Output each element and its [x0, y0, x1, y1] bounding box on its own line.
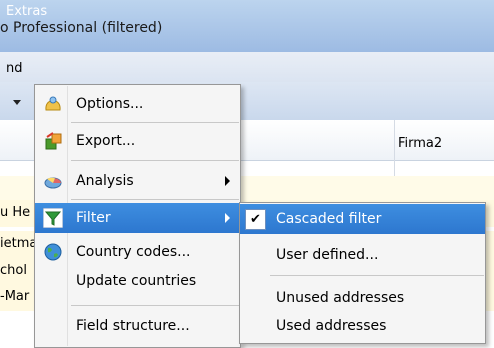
menu-item-export[interactable]: Export...	[35, 126, 240, 156]
menu-item-options[interactable]: Options...	[35, 89, 240, 119]
submenu-item-label: Used addresses	[276, 318, 387, 334]
submenu-arrow-icon	[225, 176, 230, 186]
menu-separator	[270, 275, 484, 276]
menu-item-filter[interactable]: Filter	[35, 203, 240, 233]
checkmark-icon: ✔	[245, 209, 266, 230]
filter-submenu: ✔ Cascaded filter User defined... Unused…	[239, 202, 486, 344]
menu-separator	[71, 199, 239, 200]
analysis-icon	[44, 177, 62, 189]
options-icon	[45, 96, 61, 111]
menu-item-analysis[interactable]: Analysis	[35, 166, 240, 196]
export-icon	[45, 132, 62, 150]
table-cell: u He	[0, 205, 31, 220]
submenu-item-cascaded-filter[interactable]: ✔ Cascaded filter	[240, 204, 485, 234]
submenu-arrow-icon	[225, 213, 230, 223]
menu-separator	[71, 122, 239, 123]
table-cell: chol	[0, 263, 27, 278]
menu-extras-label: Extras	[6, 4, 48, 19]
submenu-item-label: User defined...	[276, 247, 379, 263]
extras-menu: Options... Export... Analysis Filter Cou…	[34, 84, 241, 348]
menu-item-label: Export...	[76, 133, 136, 149]
menu-bar	[0, 52, 494, 83]
menu-item-label: Analysis	[76, 173, 134, 189]
menu-item-label: Field structure...	[76, 318, 190, 334]
globe-icon	[44, 243, 62, 261]
submenu-item-label: Unused addresses	[276, 290, 405, 306]
window-title: o Professional (filtered)	[0, 20, 163, 36]
menu-item-partial[interactable]: nd	[6, 61, 23, 76]
menu-separator	[71, 160, 239, 161]
menu-item-label: Country codes...	[76, 244, 191, 260]
dropdown-arrow-icon[interactable]	[13, 100, 21, 105]
submenu-item-label: Cascaded filter	[276, 211, 382, 227]
submenu-item-used-addresses[interactable]: Used addresses	[240, 311, 485, 341]
filter-icon	[43, 208, 63, 228]
menu-separator	[71, 305, 239, 306]
menu-item-country-codes[interactable]: Country codes...	[35, 237, 240, 267]
menu-item-update-countries[interactable]: Update countries	[35, 266, 240, 296]
title-bar: o Professional (filtered)	[0, 0, 494, 53]
menu-item-label: Update countries	[76, 273, 197, 289]
table-cell: ietma	[0, 236, 38, 251]
menu-item-label: Filter	[76, 210, 111, 226]
column-header-firma2[interactable]: Firma2	[398, 136, 442, 151]
table-cell: -Mar	[0, 289, 30, 304]
submenu-item-user-defined[interactable]: User defined...	[240, 240, 485, 270]
menu-item-field-structure[interactable]: Field structure...	[35, 311, 240, 341]
menu-item-label: Options...	[76, 96, 144, 112]
submenu-item-unused-addresses[interactable]: Unused addresses	[240, 283, 485, 313]
